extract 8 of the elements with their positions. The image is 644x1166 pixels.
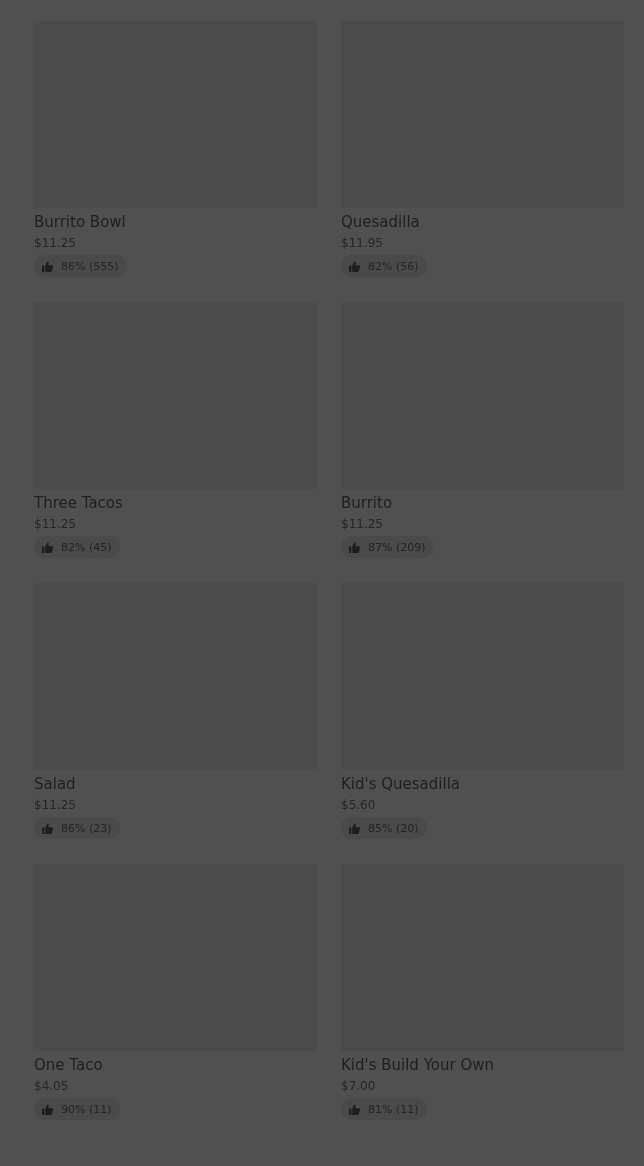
thumbs-up-icon: [349, 1103, 360, 1115]
thumbs-up-icon: [42, 541, 53, 553]
thumbs-up-icon: [42, 822, 53, 834]
thumbs-up-icon: [349, 260, 360, 272]
thumbs-up-icon: [42, 260, 53, 272]
thumbs-up-icon: [42, 1103, 53, 1115]
thumbs-up-icon: [349, 541, 360, 553]
thumbs-up-icon: [349, 822, 360, 834]
